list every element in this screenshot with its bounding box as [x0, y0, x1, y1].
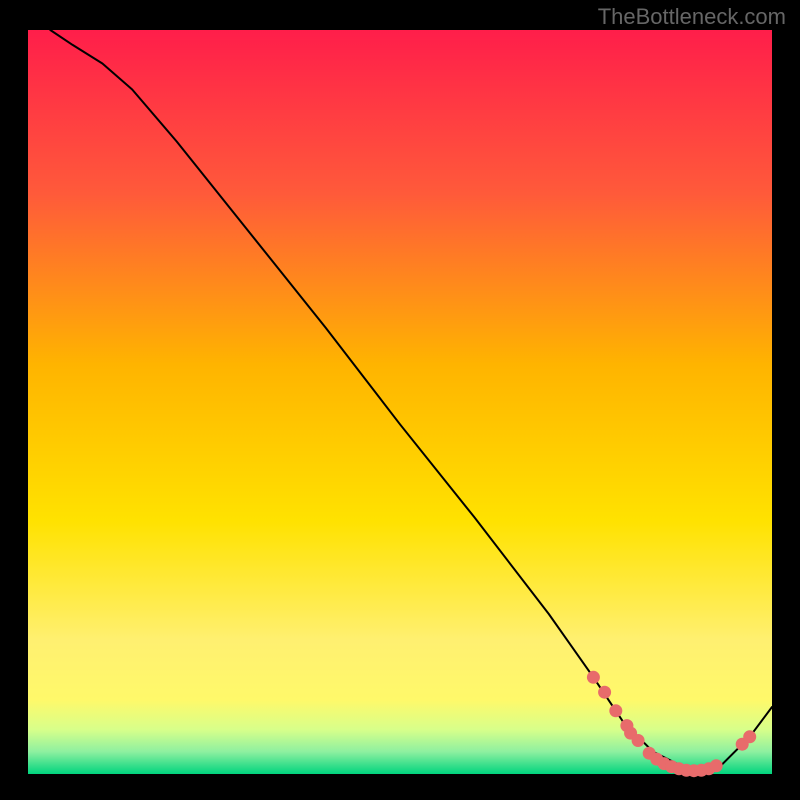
highlight-dot: [587, 671, 600, 684]
highlight-dot: [632, 734, 645, 747]
highlight-dot: [609, 704, 622, 717]
highlight-dot: [743, 730, 756, 743]
watermark-text: TheBottleneck.com: [598, 4, 786, 30]
chart-root: TheBottleneck.com: [0, 0, 800, 800]
highlight-dot: [710, 759, 723, 772]
chart-background: [28, 30, 772, 774]
highlight-dot: [598, 686, 611, 699]
chart-svg: [0, 0, 800, 800]
